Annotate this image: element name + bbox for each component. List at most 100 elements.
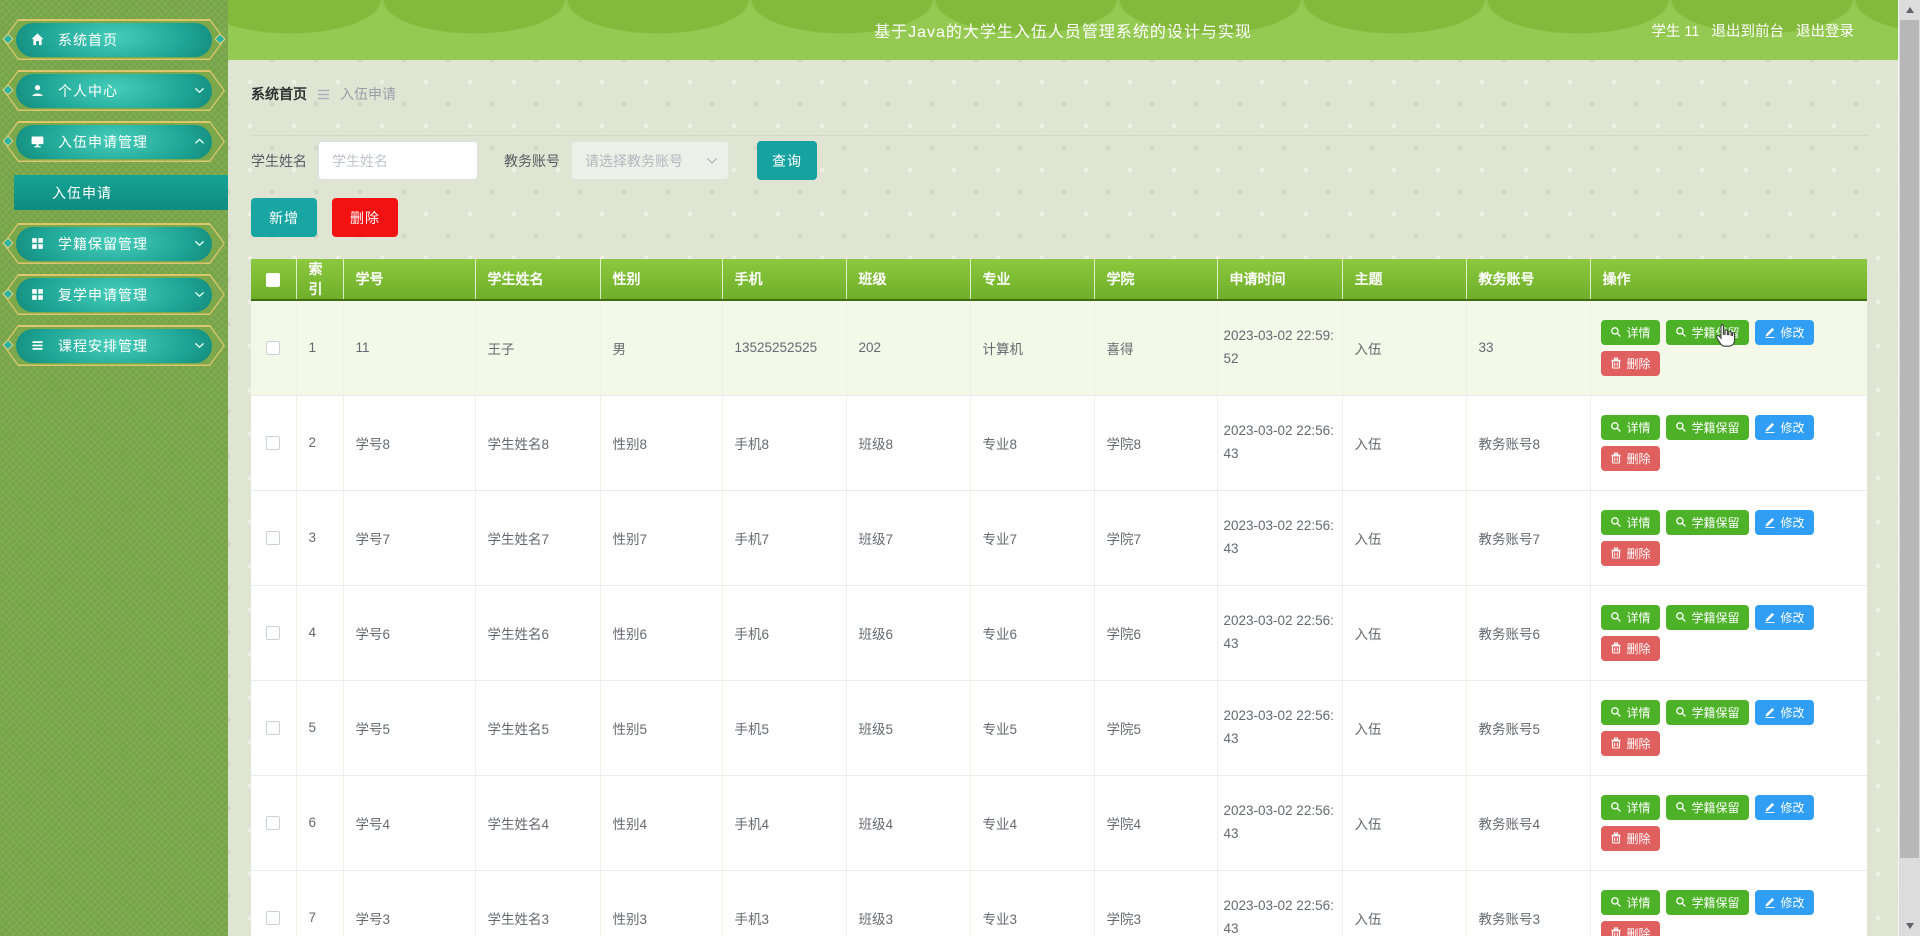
detail-row-button[interactable]: 详情 bbox=[1600, 604, 1660, 630]
row-checkbox[interactable] bbox=[266, 816, 281, 831]
sidebar-item-5[interactable]: 课程安排管理 bbox=[2, 325, 225, 366]
retain-row-button[interactable]: 学籍保留 bbox=[1665, 319, 1749, 345]
logout-link[interactable]: 退出登录 bbox=[1796, 20, 1854, 41]
cell-phone: 手机6 bbox=[722, 585, 847, 681]
detail-row-button[interactable]: 详情 bbox=[1600, 699, 1660, 725]
retain-row-button[interactable]: 学籍保留 bbox=[1665, 889, 1749, 915]
button-label: 学籍保留 bbox=[1691, 610, 1740, 625]
detail-row-button[interactable]: 详情 bbox=[1600, 509, 1660, 535]
row-checkbox[interactable] bbox=[266, 911, 281, 926]
breadcrumb: 系统首页 入伍申请 bbox=[251, 84, 1868, 136]
column-header: 学院 bbox=[1094, 259, 1218, 301]
vertical-scrollbar[interactable] bbox=[1898, 0, 1920, 936]
del-row-button[interactable]: 删除 bbox=[1600, 445, 1660, 471]
sidebar-item-3[interactable]: 学籍保留管理 bbox=[2, 223, 225, 264]
magnifier-icon bbox=[1610, 802, 1621, 812]
delete-button[interactable]: 删除 bbox=[332, 198, 398, 237]
select-all-checkbox[interactable] bbox=[266, 273, 281, 288]
cell-time: 2023-03-02 22:56:43 bbox=[1217, 490, 1343, 586]
cell-name: 学生姓名7 bbox=[475, 490, 601, 586]
cell-clazz: 班级6 bbox=[846, 585, 971, 681]
cell-college: 学院7 bbox=[1094, 490, 1218, 586]
column-header: 主题 bbox=[1342, 259, 1467, 301]
row-checkbox[interactable] bbox=[266, 626, 281, 641]
del-row-button[interactable]: 删除 bbox=[1600, 825, 1660, 851]
retain-row-button[interactable]: 学籍保留 bbox=[1665, 794, 1749, 820]
del-row-button[interactable]: 删除 bbox=[1600, 635, 1660, 661]
row-checkbox[interactable] bbox=[266, 531, 281, 546]
sidebar-subitem-active[interactable]: 入伍申请 bbox=[14, 175, 228, 210]
del-row-button[interactable]: 删除 bbox=[1600, 920, 1660, 936]
column-header: 班级 bbox=[846, 259, 971, 301]
query-button[interactable]: 查询 bbox=[757, 141, 817, 180]
del-row-button[interactable]: 删除 bbox=[1600, 540, 1660, 566]
cell-clazz: 班级4 bbox=[846, 775, 971, 871]
retain-row-button[interactable]: 学籍保留 bbox=[1665, 509, 1749, 535]
detail-row-button[interactable]: 详情 bbox=[1600, 319, 1660, 345]
row-checkbox[interactable] bbox=[266, 721, 281, 736]
cell-name: 学生姓名8 bbox=[475, 395, 601, 491]
breadcrumb-root[interactable]: 系统首页 bbox=[251, 84, 307, 104]
header: 基于Java的大学生入伍人员管理系统的设计与实现 学生 11 退出到前台 退出登… bbox=[228, 0, 1898, 60]
edit-row-button[interactable]: 修改 bbox=[1754, 794, 1814, 820]
cell-account: 教务账号4 bbox=[1466, 775, 1591, 871]
cell-index: 6 bbox=[296, 775, 344, 871]
button-label: 修改 bbox=[1780, 800, 1805, 815]
row-actions-cell: 详情 学籍保留 修改删除 bbox=[1590, 300, 1867, 396]
cell-gender: 性别8 bbox=[600, 395, 723, 491]
row-checkbox[interactable] bbox=[266, 341, 281, 356]
cell-major: 专业7 bbox=[970, 490, 1095, 586]
row-checkbox[interactable] bbox=[266, 436, 281, 451]
cell-sid: 学号4 bbox=[343, 775, 476, 871]
edit-row-button[interactable]: 修改 bbox=[1754, 699, 1814, 725]
sidebar-item-label: 个人中心 bbox=[58, 82, 118, 99]
sidebar-item-2[interactable]: 入伍申请管理 bbox=[2, 121, 225, 162]
scroll-up-arrow-icon[interactable] bbox=[1899, 0, 1920, 20]
scroll-down-arrow-icon[interactable] bbox=[1899, 916, 1920, 936]
edit-row-button[interactable]: 修改 bbox=[1754, 319, 1814, 345]
del-row-button[interactable]: 删除 bbox=[1600, 350, 1660, 376]
cell-topic: 入伍 bbox=[1342, 300, 1467, 396]
button-label: 详情 bbox=[1626, 610, 1651, 625]
table-row: 1 11 王子男 13525252525 202 计算机 喜得 2023-03-02 22:5… bbox=[251, 300, 1867, 396]
logout-front-link[interactable]: 退出到前台 bbox=[1712, 20, 1785, 41]
scrollbar-thumb[interactable] bbox=[1900, 20, 1919, 858]
magnifier-icon bbox=[1675, 707, 1686, 717]
detail-row-button[interactable]: 详情 bbox=[1600, 889, 1660, 915]
sidebar-item-0[interactable]: 系统首页 bbox=[2, 19, 226, 60]
row-actions: 详情 学籍保留 修改删除 bbox=[1600, 509, 1858, 566]
cell-index: 5 bbox=[296, 680, 344, 776]
del-row-button[interactable]: 删除 bbox=[1600, 730, 1660, 756]
cell-index: 1 bbox=[296, 300, 344, 396]
student-name-input[interactable] bbox=[318, 141, 478, 180]
sidebar-item-content: 复学申请管理 bbox=[3, 274, 225, 315]
cell-index: 7 bbox=[296, 870, 344, 936]
add-button[interactable]: 新增 bbox=[251, 198, 317, 237]
table-row: 5 学号5 学生姓名5 性别5 手机5 班级5 专业5 学院5 2023-03-02 22:56… bbox=[251, 680, 1867, 776]
detail-row-button[interactable]: 详情 bbox=[1600, 414, 1660, 440]
cell-account: 教务账号5 bbox=[1466, 680, 1591, 776]
retain-row-button[interactable]: 学籍保留 bbox=[1665, 414, 1749, 440]
pencil-icon bbox=[1764, 422, 1775, 433]
cell-clazz: 班级8 bbox=[846, 395, 971, 491]
button-label: 修改 bbox=[1780, 515, 1805, 530]
edit-row-button[interactable]: 修改 bbox=[1754, 889, 1814, 915]
retain-row-button[interactable]: 学籍保留 bbox=[1665, 604, 1749, 630]
triangle-up-icon bbox=[1906, 7, 1914, 13]
row-actions-cell: 详情 学籍保留 修改删除 bbox=[1590, 585, 1867, 681]
sidebar-item-1[interactable]: 个人中心 bbox=[2, 70, 225, 111]
column-header: 手机 bbox=[722, 259, 847, 301]
detail-row-button[interactable]: 详情 bbox=[1600, 794, 1660, 820]
edit-row-button[interactable]: 修改 bbox=[1754, 604, 1814, 630]
cell-major: 专业4 bbox=[970, 775, 1095, 871]
cell-account: 教务账号7 bbox=[1466, 490, 1591, 586]
row-actions: 详情 学籍保留 修改删除 bbox=[1600, 319, 1858, 376]
button-label: 删除 bbox=[1626, 451, 1651, 466]
retain-row-button[interactable]: 学籍保留 bbox=[1665, 699, 1749, 725]
sidebar-item-4[interactable]: 复学申请管理 bbox=[2, 274, 225, 315]
cell-phone: 手机3 bbox=[722, 870, 847, 936]
cell-account: 33 bbox=[1466, 300, 1591, 396]
edit-row-button[interactable]: 修改 bbox=[1754, 414, 1814, 440]
account-select[interactable]: 请选择教务账号 bbox=[571, 141, 729, 180]
edit-row-button[interactable]: 修改 bbox=[1754, 509, 1814, 535]
